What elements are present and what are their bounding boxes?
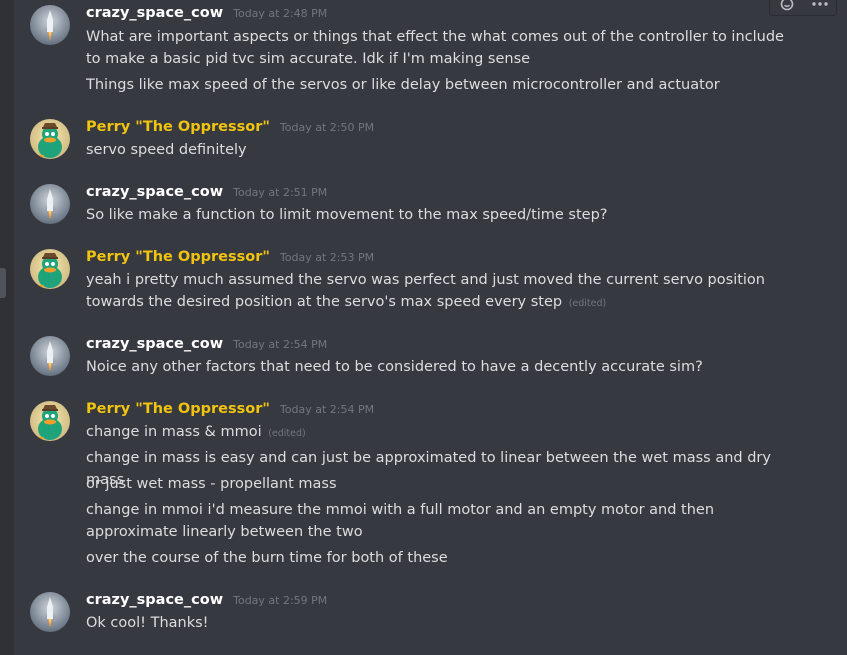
message-content: change in mass & mmoi (edited) xyxy=(86,421,803,445)
message-content: over the course of the burn time for bot… xyxy=(86,547,803,569)
message-text: So like make a function to limit movemen… xyxy=(86,207,608,223)
edited-label: (edited) xyxy=(568,298,607,309)
timestamp: Today at 2:48 PM xyxy=(233,7,328,20)
platypus-avatar[interactable] xyxy=(30,119,70,159)
rocket-avatar[interactable] xyxy=(30,592,70,632)
message-content: What are important aspects or things tha… xyxy=(86,26,803,70)
message-content: Noice any other factors that need to be … xyxy=(86,356,803,378)
message-text: servo speed definitely xyxy=(86,142,247,158)
message-text: over the course of the burn time for bot… xyxy=(86,550,448,566)
more-options-icon[interactable] xyxy=(808,0,832,12)
message-header: Perry "The Oppressor" Today at 2:54 PM xyxy=(86,401,374,421)
username[interactable]: Perry "The Oppressor" xyxy=(86,401,270,417)
message-text: yeah i pretty much assumed the servo was… xyxy=(86,272,765,310)
message-header: crazy_space_cow Today at 2:51 PM xyxy=(86,184,327,204)
message-text: Ok cool! Thanks! xyxy=(86,615,209,631)
message-text: Things like max speed of the servos or l… xyxy=(86,77,720,93)
username[interactable]: Perry "The Oppressor" xyxy=(86,119,270,135)
timestamp: Today at 2:50 PM xyxy=(279,121,375,134)
rocket-avatar[interactable] xyxy=(30,5,70,45)
timestamp: Today at 2:54 PM xyxy=(233,338,328,351)
username[interactable]: crazy_space_cow xyxy=(86,592,223,608)
message-header: crazy_space_cow Today at 2:48 PM xyxy=(86,5,327,25)
username[interactable]: crazy_space_cow xyxy=(86,5,223,21)
username[interactable]: crazy_space_cow xyxy=(86,184,223,200)
message-text: Noice any other factors that need to be … xyxy=(86,359,703,375)
rocket-avatar[interactable] xyxy=(30,184,70,224)
message-content: yeah i pretty much assumed the servo was… xyxy=(86,269,803,315)
message-text: change in mass & mmoi xyxy=(86,424,262,440)
message-actions-toolbar xyxy=(769,0,837,16)
message-content: So like make a function to limit movemen… xyxy=(86,204,803,226)
username[interactable]: Perry "The Oppressor" xyxy=(86,249,270,265)
message-header: crazy_space_cow Today at 2:54 PM xyxy=(86,336,327,356)
timestamp: Today at 2:53 PM xyxy=(279,251,375,264)
timestamp: Today at 2:54 PM xyxy=(279,403,375,416)
add-reaction-icon[interactable] xyxy=(775,0,799,12)
message-header: crazy_space_cow Today at 2:59 PM xyxy=(86,592,327,612)
message-text: or just wet mass - propellant mass xyxy=(86,476,337,492)
message-content: or just wet mass - propellant mass xyxy=(86,473,803,495)
platypus-avatar[interactable] xyxy=(30,249,70,289)
message-list[interactable]: crazy_space_cow Today at 2:48 PM What ar… xyxy=(14,0,847,655)
username[interactable]: crazy_space_cow xyxy=(86,336,223,352)
timestamp: Today at 2:59 PM xyxy=(233,594,328,607)
message-header: Perry "The Oppressor" Today at 2:50 PM xyxy=(86,119,374,139)
channel-unread-indicator xyxy=(0,268,6,298)
message-content: change in mmoi i'd measure the mmoi with… xyxy=(86,499,803,543)
rocket-avatar[interactable] xyxy=(30,336,70,376)
message-header: Perry "The Oppressor" Today at 2:53 PM xyxy=(86,249,374,269)
message-content: Ok cool! Thanks! xyxy=(86,612,803,634)
message-text: What are important aspects or things tha… xyxy=(86,29,784,67)
timestamp: Today at 2:51 PM xyxy=(233,186,328,199)
message-content: servo speed definitely xyxy=(86,139,803,161)
message-content: Things like max speed of the servos or l… xyxy=(86,74,803,96)
platypus-avatar[interactable] xyxy=(30,401,70,441)
server-sidebar-edge xyxy=(0,0,14,655)
edited-label: (edited) xyxy=(268,428,306,439)
message-text: change in mmoi i'd measure the mmoi with… xyxy=(86,502,715,540)
